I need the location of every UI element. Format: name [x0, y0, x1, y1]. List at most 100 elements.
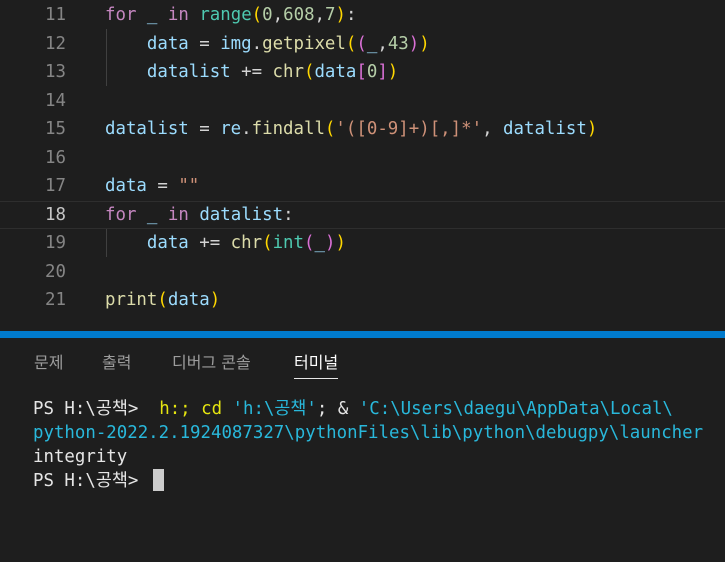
code-token: ) — [419, 119, 430, 139]
code-token: = — [146, 176, 179, 196]
line-number: 14 — [45, 90, 66, 111]
code-token: ) — [335, 5, 346, 25]
code-line[interactable]: 18 for _ in datalist: — [0, 200, 725, 229]
code-token: for — [105, 204, 137, 225]
code-token: . — [241, 119, 252, 139]
code-text: data = "" — [105, 172, 199, 201]
panel-sash[interactable] — [0, 331, 725, 338]
code-text: data += chr(int(_)) — [105, 229, 346, 258]
terminal-line: python-2022.2.1924087327\pythonFiles\lib… — [33, 423, 704, 443]
code-token: img — [220, 33, 252, 54]
code-text: datalist += chr(data[0]) — [105, 58, 398, 87]
tab-terminal[interactable]: 터미널 — [294, 352, 339, 379]
code-line[interactable]: 21 print(data) — [0, 286, 725, 315]
code-line[interactable]: 14 — [0, 87, 725, 116]
code-token: , — [314, 5, 326, 25]
code-text: print(data) — [105, 286, 220, 315]
code-token: ( — [262, 233, 273, 253]
code-text: for _ in datalist: — [105, 202, 294, 229]
code-token: ) — [387, 62, 399, 82]
code-text: for _ in range(0,608,7): — [105, 1, 356, 30]
code-token: ( — [345, 119, 357, 139]
code-token: chr — [272, 62, 304, 82]
code-token: = — [188, 33, 221, 54]
code-token: ) — [419, 33, 430, 54]
code-line[interactable]: 19 data += chr(int(_)) — [0, 229, 725, 258]
code-token: 43 — [387, 33, 409, 54]
code-token: ) — [408, 33, 420, 54]
terminal-segment: 'C:\Users\daegu\AppData\Local\ — [358, 399, 673, 419]
code-token: datalist — [146, 62, 231, 82]
code-token: _ — [314, 233, 325, 253]
code-token: in — [167, 204, 189, 225]
line-number: 12 — [45, 33, 66, 54]
code-token: [0-9] — [356, 119, 409, 139]
code-editor[interactable]: 11 for _ in range(0,608,7): 12 data = img.… — [0, 0, 725, 331]
terminal-prompt: PS H:\공책> — [33, 471, 149, 491]
code-token: data — [105, 176, 147, 196]
code-token: data — [146, 33, 189, 54]
terminal-line: PS H:\공책> h:; cd 'h:\공책'; & 'C:\Users\da… — [33, 397, 725, 421]
code-token: datalist — [105, 119, 189, 139]
code-token: * — [461, 119, 472, 139]
code-token: + — [408, 119, 420, 139]
code-line[interactable]: 11 for _ in range(0,608,7): — [0, 1, 725, 30]
code-token: . — [251, 33, 263, 54]
code-token: data — [314, 62, 357, 82]
code-token: data — [167, 290, 210, 310]
code-token: _ — [366, 33, 378, 54]
terminal[interactable]: PS H:\공책> h:; cd 'h:\공책'; & 'C:\Users\da… — [33, 397, 725, 493]
code-token: , — [272, 5, 284, 25]
code-token: ) — [586, 119, 598, 139]
code-token: += — [188, 233, 231, 253]
code-token: datalist — [199, 204, 284, 225]
terminal-segment: ; & — [316, 399, 359, 419]
tab-debug-console[interactable]: 디버그 콘솔 — [172, 352, 251, 378]
line-number: 17 — [45, 176, 66, 196]
code-token: ( — [157, 290, 168, 310]
code-token: [,] — [429, 119, 462, 139]
code-line[interactable]: 16 — [0, 144, 725, 173]
panel-tabs: 문제 출력 디버그 콘솔 터미널 — [0, 338, 725, 382]
code-line[interactable]: 15 datalist = re.findall('([0-9]+)[,]*', … — [0, 115, 725, 144]
code-token: ) — [209, 290, 221, 310]
code-token: "" — [178, 176, 200, 196]
terminal-segment: 'h:\공책' — [232, 399, 317, 419]
code-line[interactable]: 17 data = "" — [0, 172, 725, 201]
code-token: range — [199, 5, 252, 25]
code-token: : — [346, 5, 357, 25]
tab-problems[interactable]: 문제 — [34, 352, 63, 378]
line-number: 21 — [45, 290, 66, 310]
terminal-segment: h:; cd — [148, 399, 233, 419]
tab-output[interactable]: 출력 — [102, 352, 131, 378]
line-number: 11 — [45, 5, 66, 25]
code-token: int — [272, 233, 304, 253]
vscode-window: 11 for _ in range(0,608,7): 12 data = img.… — [0, 0, 725, 562]
code-line[interactable]: 13 datalist += chr(data[0]) — [0, 58, 725, 87]
terminal-cursor — [152, 469, 164, 491]
code-token: , — [377, 33, 388, 54]
code-token: _ — [146, 204, 158, 225]
line-number: 15 — [45, 119, 66, 139]
line-number: 13 — [45, 62, 66, 82]
code-line[interactable]: 12 data = img.getpixel((_,43)) — [0, 30, 725, 59]
code-token: print — [105, 290, 158, 310]
code-token: ( — [345, 33, 357, 54]
code-line[interactable]: 20 — [0, 258, 725, 287]
code-token: ) — [335, 233, 346, 253]
code-token: 608 — [283, 5, 315, 25]
code-token: data — [146, 233, 189, 253]
code-token: ' — [335, 119, 346, 139]
code-token: 0 — [366, 62, 378, 82]
code-token: chr — [230, 233, 263, 253]
code-token: 0 — [262, 5, 273, 25]
code-token: ) — [324, 233, 336, 253]
